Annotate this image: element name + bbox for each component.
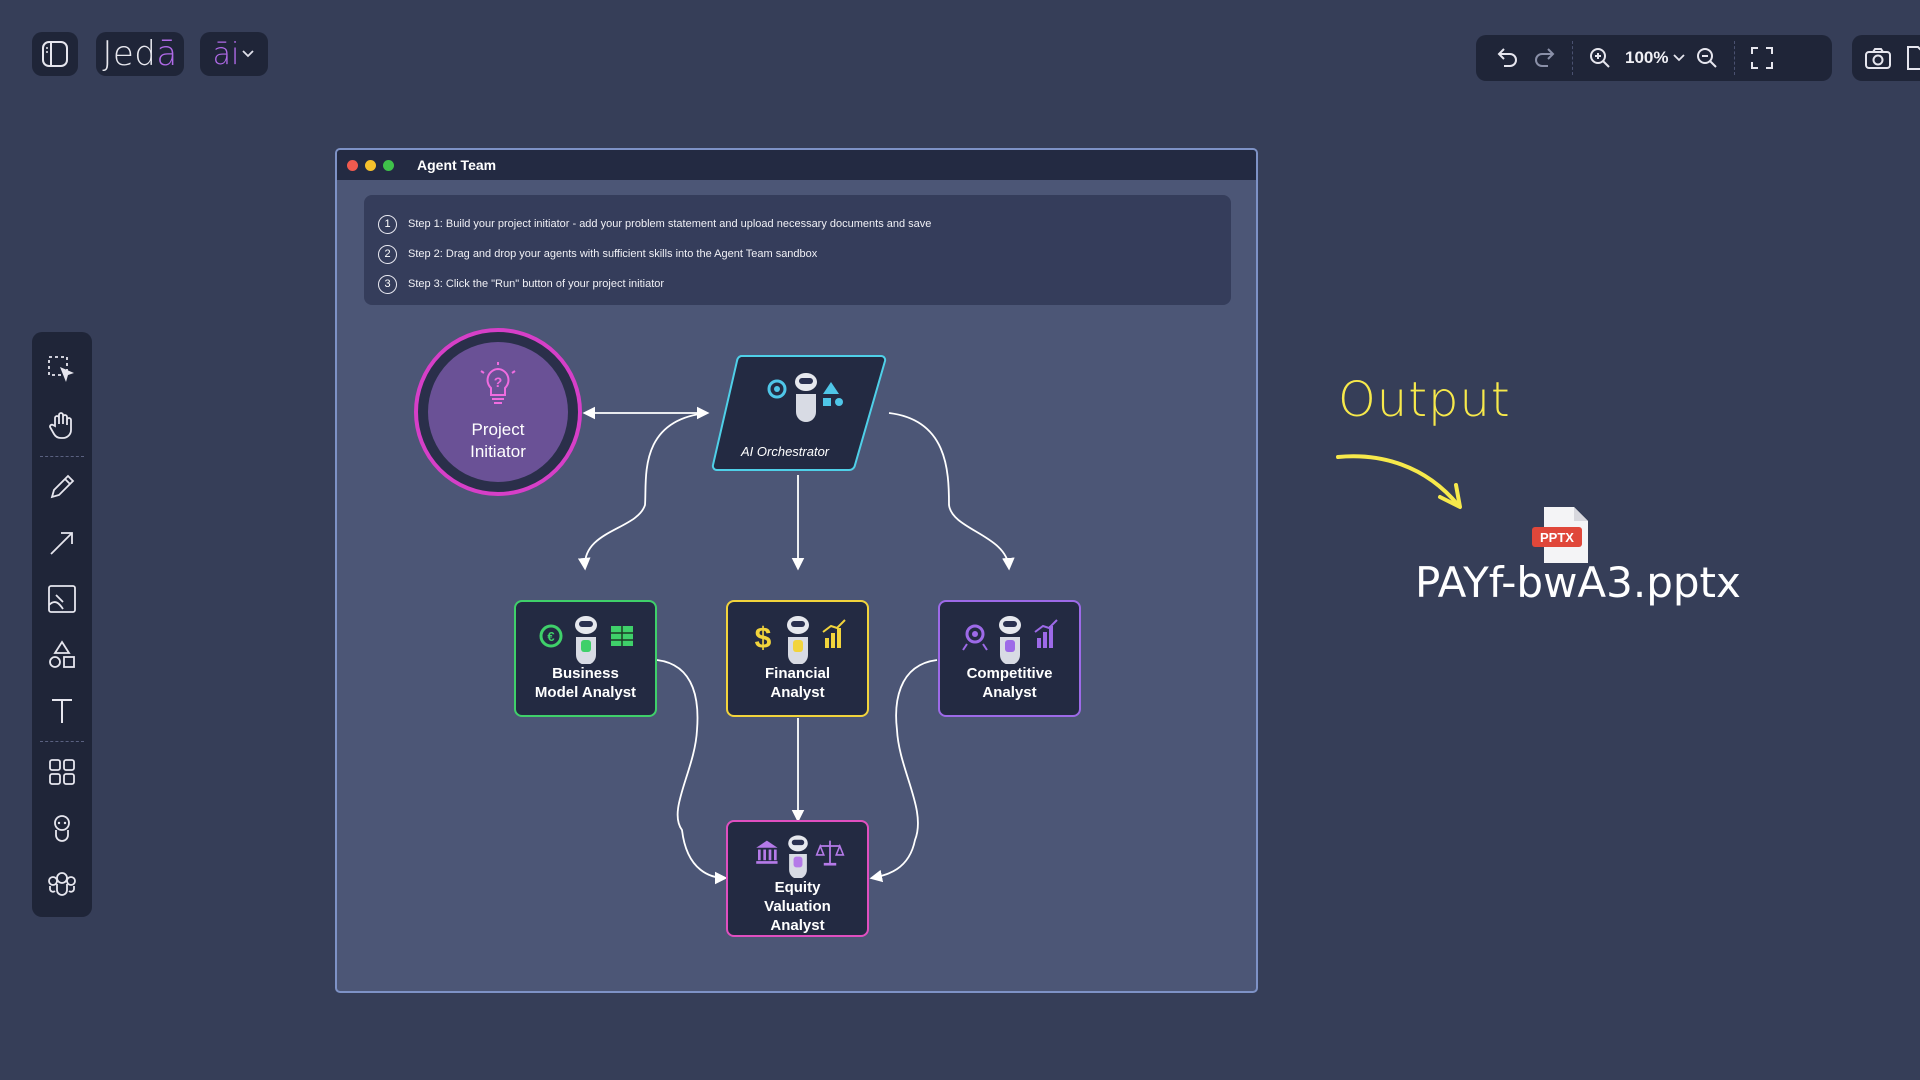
camera-icon[interactable] [1864,46,1892,70]
pencil-tool-icon [50,474,75,499]
undo-icon [1497,48,1517,67]
orchestrator-label: AI Orchestrator [741,444,830,459]
zoom-out-button[interactable] [1688,39,1726,77]
orchestrator-business-connector [577,412,708,571]
zoom-level-value: 100% [1625,48,1669,67]
text-tool-icon [52,699,72,723]
equity-label-line2: Valuation [764,898,831,915]
zoom-in-button[interactable] [1581,39,1619,77]
agent-team-window[interactable]: Agent Team 1 Step 1: Build your project … [335,148,1258,993]
business-model-analyst-node[interactable]: € Business Model Analyst [514,600,657,717]
orchestrator-competitive-connector [888,412,1015,571]
agent-icon [54,815,70,842]
lightbulb-question-icon: ? [480,362,516,404]
pptx-file-icon[interactable]: PPTX [1530,505,1594,565]
competitive-equity-connector [869,659,938,883]
financial-analyst-robot-icon: $ [754,616,846,664]
top-toolbar: 100% [1476,35,1832,81]
arrow-tool-button[interactable] [40,521,84,565]
initiator-label-line1: Project [471,420,525,439]
toolbar-divider [1572,41,1573,75]
chevron-down-icon [1673,54,1686,62]
agent-button[interactable] [40,806,84,850]
jeda-logo[interactable]: Jed ā [96,32,184,76]
equity-analyst-robot-icon [755,835,845,878]
hand-tool-icon [49,412,72,439]
fullscreen-icon [1751,47,1774,69]
equity-analyst-label: Equity Valuation Analyst [764,878,831,935]
image-tool-icon [48,585,76,613]
svg-text:?: ? [494,374,503,390]
ai-label: āi [212,36,240,72]
financial-analyst-node[interactable]: $ Financial Analyst [726,600,869,717]
financial-analyst-label: Financial Analyst [765,664,830,702]
financial-label-line1: Financial [764,665,831,682]
competitive-label-line1: Competitive [966,665,1053,682]
text-tool-button[interactable] [40,689,84,733]
financial-label-line2: Analyst [770,684,825,701]
select-tool-button[interactable] [40,348,84,392]
templates-icon [49,759,75,785]
output-file-name[interactable]: PAYf-bwA3.pptx [1415,558,1741,607]
zoom-level-dropdown[interactable]: 100% [1625,48,1686,68]
equity-label-line1: Equity [774,879,821,896]
svg-text:€: € [547,629,554,644]
competitive-label-line2: Analyst [982,684,1037,701]
competitive-analyst-robot-icon [961,616,1058,664]
fullscreen-button[interactable] [1743,39,1781,77]
logo-accent: ā [156,34,178,74]
pptx-badge: PPTX [1540,530,1574,545]
redo-icon [1535,48,1555,67]
agent-team-icon [48,872,76,896]
chevron-down-icon [242,50,254,58]
initiator-label: Project Initiator [470,419,526,463]
agent-team-button[interactable] [40,862,84,906]
pencil-tool-button[interactable] [40,465,84,509]
output-annotation-label: Output [1338,372,1511,428]
logo-text: Jed [102,34,157,74]
sidebar-toggle-button[interactable] [32,32,78,76]
business-label-line1: Business [552,665,619,682]
competitive-analyst-node[interactable]: Competitive Analyst [938,600,1081,717]
shapes-tool-button[interactable] [40,633,84,677]
sidebar-panel-icon [42,41,68,67]
project-initiator-node[interactable]: ? Project Initiator [414,328,582,496]
shapes-tool-icon [49,640,75,668]
toolbar-divider [1734,41,1736,75]
zoom-in-icon [1590,48,1610,68]
ai-orchestrator-node[interactable]: AI Orchestrator [709,354,887,472]
initiator-label-line2: Initiator [470,442,526,461]
tool-divider [40,741,84,742]
svg-text:$: $ [754,622,771,655]
redo-button[interactable] [1526,39,1564,77]
hand-tool-button[interactable] [40,404,84,448]
capture-toolbar [1852,35,1920,81]
initiator-inner-circle: ? Project Initiator [428,342,568,482]
arrow-tool-icon [50,532,73,555]
business-analyst-robot-icon: € [539,616,633,664]
zoom-out-icon [1697,48,1718,68]
output-arrow-icon [1336,454,1462,509]
left-tool-palette [32,332,92,917]
ai-menu-button[interactable]: āi [200,32,268,76]
undo-button[interactable] [1488,39,1526,77]
tool-divider [40,456,84,457]
templates-button[interactable] [40,750,84,794]
export-icon[interactable] [1904,45,1920,71]
business-analyst-label: Business Model Analyst [535,664,636,702]
image-tool-button[interactable] [40,577,84,621]
equity-valuation-analyst-node[interactable]: Equity Valuation Analyst [726,820,869,937]
business-label-line2: Model Analyst [534,684,637,701]
equity-label-line3: Analyst [770,917,825,934]
robot-icon [795,373,817,422]
business-equity-connector [656,659,728,885]
competitive-analyst-label: Competitive Analyst [967,664,1053,702]
select-tool-icon [48,356,74,382]
